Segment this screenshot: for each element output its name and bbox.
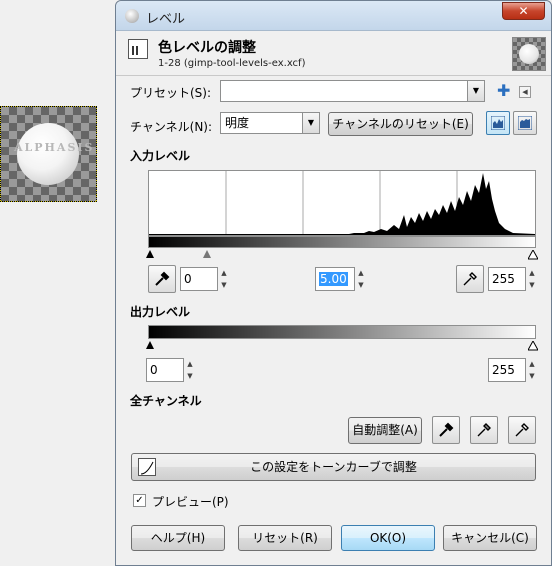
input-histogram[interactable]	[148, 170, 536, 236]
linear-histogram-icon	[491, 116, 505, 130]
input-high-spinner[interactable]: ▲ ▼	[527, 267, 537, 291]
canvas-ball	[17, 123, 79, 185]
input-gamma-field[interactable]: 5.00	[315, 267, 355, 291]
preset-menu-icon[interactable]: ◀	[519, 86, 531, 98]
header-separator	[116, 75, 551, 76]
output-high-handle-shape	[527, 339, 539, 351]
black-picker-all[interactable]	[432, 416, 460, 444]
output-low-handle[interactable]	[146, 341, 154, 349]
window-title: レベル	[146, 12, 186, 27]
input-low-value: 0	[184, 272, 192, 286]
output-low-spinner[interactable]: ▲ ▼	[185, 358, 195, 382]
edit-as-curves-label: この設定をトーンカーブで調整	[250, 460, 417, 474]
channel-reset-button[interactable]: チャンネルのリセット(E)	[328, 112, 473, 136]
white-picker-all[interactable]	[508, 416, 536, 444]
image-name: 1-28 (gimp-tool-levels-ex.xcf)	[158, 58, 306, 69]
input-high-field[interactable]: 255	[488, 267, 526, 291]
input-gamma-spinner[interactable]: ▲ ▼	[356, 267, 366, 291]
preset-combo[interactable]: ▼	[220, 80, 485, 102]
help-button[interactable]: ヘルプ(H)	[131, 525, 225, 551]
input-levels-heading: 入力レベル	[130, 149, 191, 163]
output-high-field[interactable]: 255	[488, 358, 526, 382]
eyedropper-icon	[463, 272, 477, 286]
check-icon: ✓	[135, 495, 144, 506]
reset-button[interactable]: リセット(R)	[238, 525, 332, 551]
title-bar[interactable]: レベル ✕	[116, 1, 551, 31]
output-low-value: 0	[150, 363, 158, 377]
all-channels-heading: 全チャンネル	[130, 394, 202, 408]
app-icon	[125, 9, 139, 23]
linear-histogram-button[interactable]	[486, 111, 510, 135]
input-high-value: 255	[492, 272, 515, 286]
add-preset-icon[interactable]: ✚	[497, 81, 510, 100]
edit-as-curves-button[interactable]: この設定をトーンカーブで調整	[131, 453, 536, 481]
channel-label: チャンネル(N):	[130, 120, 213, 134]
cancel-button[interactable]: キャンセル(C)	[443, 525, 537, 551]
ok-button[interactable]: OK(O)	[341, 525, 435, 551]
dialog-header: 色レベルの調整 1-28 (gimp-tool-levels-ex.xcf)	[128, 37, 546, 71]
histogram-bars	[149, 173, 535, 235]
histogram-plot	[149, 171, 535, 235]
white-point-picker[interactable]	[456, 265, 484, 293]
input-low-handle[interactable]	[146, 250, 154, 258]
preview-label: プレビュー(P)	[152, 495, 229, 509]
chevron-down-icon[interactable]: ▼	[467, 81, 484, 101]
levels-icon	[128, 39, 148, 59]
curves-icon	[138, 458, 156, 476]
output-levels-heading: 出力レベル	[130, 305, 191, 319]
grey-picker-all[interactable]	[470, 416, 498, 444]
black-point-picker[interactable]	[148, 265, 176, 293]
preview-checkbox[interactable]: ✓	[133, 494, 146, 507]
input-gradient-bar	[148, 236, 536, 248]
input-high-handle[interactable]	[527, 248, 539, 260]
canvas-image: ALPHASIS	[0, 106, 97, 202]
eyedropper-icon	[477, 423, 491, 437]
preset-label: プリセット(S):	[130, 86, 212, 100]
input-high-handle-shape	[527, 248, 539, 260]
eyedropper-icon	[515, 423, 529, 437]
input-gamma-handle[interactable]	[203, 250, 211, 258]
output-low-field[interactable]: 0	[146, 358, 184, 382]
eyedropper-icon	[439, 422, 454, 437]
eyedropper-icon	[155, 271, 170, 286]
log-histogram-button[interactable]	[513, 111, 537, 135]
channel-combo[interactable]: 明度 ▼	[220, 112, 320, 134]
output-high-spinner[interactable]: ▲ ▼	[527, 358, 537, 382]
auto-adjust-button[interactable]: 自動調整(A)	[348, 417, 422, 444]
input-low-spinner[interactable]: ▲ ▼	[219, 267, 229, 291]
input-gamma-value: 5.00	[319, 272, 348, 286]
output-gradient-bar	[148, 325, 536, 339]
output-high-handle[interactable]	[527, 339, 539, 351]
chevron-down-icon[interactable]: ▼	[302, 113, 319, 133]
output-high-value: 255	[492, 363, 515, 377]
close-button[interactable]: ✕	[502, 2, 545, 20]
canvas-ball-text: ALPHASIS	[14, 141, 95, 154]
input-low-field[interactable]: 0	[180, 267, 218, 291]
channel-value: 明度	[225, 116, 250, 130]
dialog-heading: 色レベルの調整	[158, 40, 256, 56]
log-histogram-icon	[518, 116, 532, 130]
image-thumbnail	[512, 37, 546, 71]
close-icon: ✕	[518, 4, 529, 18]
